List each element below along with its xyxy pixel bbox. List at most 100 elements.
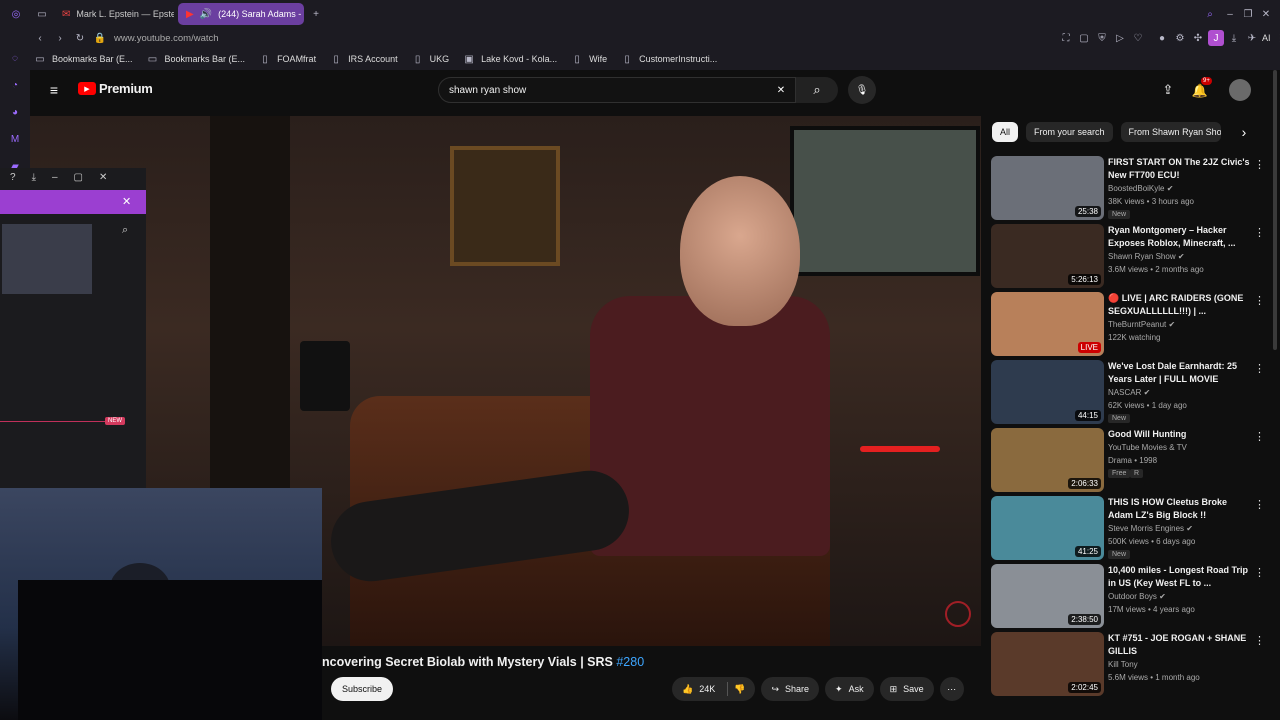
scrollbar[interactable]: [1273, 70, 1277, 350]
new-tab-icon[interactable]: +: [308, 6, 324, 22]
chip-from-search[interactable]: From your search: [1026, 122, 1113, 142]
like-button[interactable]: 👍 24K 👎: [672, 677, 756, 701]
channel-name[interactable]: Steve Morris Engines ✔: [1108, 524, 1193, 533]
bookmark-folder-2[interactable]: ▭ Bookmarks Bar (E...: [145, 51, 245, 67]
minimize-icon[interactable]: –: [52, 172, 58, 183]
video-thumbnail[interactable]: LIVE: [991, 292, 1104, 356]
chip-from-channel[interactable]: From Shawn Ryan Show: [1120, 122, 1221, 142]
channel-name[interactable]: NASCAR ✔: [1108, 388, 1150, 397]
recommendation-card[interactable]: 2:02:45 KT #751 - JOE ROGAN + SHANE GILLI…: [991, 632, 1271, 696]
recommendation-card[interactable]: 2:06:33 Good Will Hunting YouTube Movies &…: [991, 428, 1271, 492]
search-icon[interactable]: ⌕: [122, 224, 128, 237]
thumbs-down-icon[interactable]: 👎: [734, 684, 745, 695]
clear-search-icon[interactable]: ✕: [773, 82, 789, 98]
url-field[interactable]: www.youtube.com/watch: [114, 33, 219, 44]
search-input[interactable]: shawn ryan show ✕: [438, 77, 796, 103]
forward-icon[interactable]: ›: [52, 30, 68, 46]
more-options-icon[interactable]: ⋮: [1254, 634, 1265, 647]
more-actions-button[interactable]: ⋯: [939, 677, 964, 701]
bookmark-irs[interactable]: ▯ IRS Account: [328, 51, 397, 67]
video-thumbnail[interactable]: 5:26:13: [991, 224, 1104, 288]
channel-name[interactable]: Kill Tony: [1108, 660, 1138, 669]
avatar[interactable]: [1229, 79, 1251, 101]
tab-youtube[interactable]: ▶ 🔊 (244) Sarah Adams - C: [178, 3, 304, 25]
overlay-preview[interactable]: [2, 224, 92, 294]
snapshot-icon[interactable]: ⛶: [1058, 30, 1074, 46]
save-button[interactable]: ⊞ Save: [879, 677, 934, 701]
crop-icon[interactable]: ▢: [1076, 30, 1092, 46]
close-icon[interactable]: ✕: [99, 172, 107, 183]
restore-icon[interactable]: ❐: [1240, 6, 1256, 22]
recommendation-card[interactable]: 44:15 We've Lost Dale Earnhardt: 25 Years…: [991, 360, 1271, 424]
aria-icon[interactable]: ✈: [1244, 30, 1260, 46]
opera-logo-icon[interactable]: ◎: [8, 6, 24, 22]
close-icon[interactable]: ✕: [1258, 6, 1274, 22]
search-icon[interactable]: ⌕: [1202, 6, 1218, 22]
video-thumbnail[interactable]: 41:25: [991, 496, 1104, 560]
play-icon[interactable]: ▷: [1112, 30, 1128, 46]
more-options-icon[interactable]: ⋮: [1254, 430, 1265, 443]
reload-icon[interactable]: ↻: [72, 30, 88, 46]
more-options-icon[interactable]: ⋮: [1254, 294, 1265, 307]
recommendation-card[interactable]: 25:38 FIRST START ON The 2JZ Civic's New …: [991, 156, 1271, 220]
menu-icon[interactable]: ⋮: [1273, 30, 1280, 46]
channel-name[interactable]: Outdoor Boys ✔: [1108, 592, 1166, 601]
subscribe-button[interactable]: Subscribe: [331, 677, 393, 701]
close-icon[interactable]: ✕: [122, 195, 131, 208]
whatsapp-icon[interactable]: ◕: [7, 104, 23, 120]
hamburger-menu-icon[interactable]: ≡: [46, 82, 62, 98]
more-options-icon[interactable]: ⋮: [1254, 498, 1265, 511]
share-button[interactable]: ↪ Share: [761, 677, 820, 701]
back-icon[interactable]: ‹: [32, 30, 48, 46]
heart-icon[interactable]: ♡: [1130, 30, 1146, 46]
extensions-icon[interactable]: ⚙: [1172, 30, 1188, 46]
help-icon[interactable]: ?: [10, 172, 16, 183]
messenger-icon[interactable]: ◔: [7, 77, 23, 93]
upload-icon[interactable]: ⇪: [1160, 82, 1176, 98]
title-hashtag[interactable]: #280: [616, 655, 644, 669]
recommendation-title[interactable]: KT #751 - JOE ROGAN + SHANE GILLIS: [1108, 632, 1253, 658]
video-thumbnail[interactable]: 44:15: [991, 360, 1104, 424]
bookmark-lake-kovd[interactable]: ▣ Lake Kovd - Kola...: [461, 51, 557, 67]
more-options-icon[interactable]: ⋮: [1254, 362, 1265, 375]
download-icon[interactable]: ⤓: [1226, 30, 1242, 46]
more-options-icon[interactable]: ⋮: [1254, 158, 1265, 171]
tab-epstein[interactable]: ✉ Mark L. Epstein — Epstein: [54, 3, 174, 25]
voice-search-button[interactable]: 🎙: [848, 76, 876, 104]
mail-icon[interactable]: M: [7, 131, 23, 147]
bookmark-folder-1[interactable]: ▭ Bookmarks Bar (E...: [32, 51, 132, 67]
recommendation-title[interactable]: THIS IS HOW Cleetus Broke Adam LZ's Big …: [1108, 496, 1253, 522]
bookmark-wife[interactable]: ▯ Wife: [569, 51, 607, 67]
chevron-right-icon[interactable]: ›: [1236, 124, 1252, 140]
download-icon[interactable]: ⤓: [32, 172, 36, 183]
channel-name[interactable]: TheBurntPeanut ✔: [1108, 320, 1175, 329]
ai-label[interactable]: AI: [1262, 30, 1271, 46]
puzzle-icon[interactable]: ✣: [1190, 30, 1206, 46]
maximize-icon[interactable]: ▢: [74, 172, 83, 183]
notifications-button[interactable]: 🔔 9+: [1192, 77, 1212, 100]
recommendation-title[interactable]: FIRST START ON The 2JZ Civic's New FT700…: [1108, 156, 1253, 182]
recommendation-card[interactable]: 5:26:13 Ryan Montgomery – Hacker Exposes …: [991, 224, 1271, 288]
recommendation-card[interactable]: LIVE 🔴 LIVE | ARC RAIDERS (GONE SEGXUALLL…: [991, 292, 1271, 356]
recommendation-title[interactable]: 🔴 LIVE | ARC RAIDERS (GONE SEGXUALLLLLL!…: [1108, 292, 1253, 318]
more-options-icon[interactable]: ⋮: [1254, 566, 1265, 579]
channel-name[interactable]: BoostedBoiKyle ✔: [1108, 184, 1173, 193]
minimize-icon[interactable]: –: [1222, 6, 1238, 22]
recommendation-title[interactable]: We've Lost Dale Earnhardt: 25 Years Late…: [1108, 360, 1253, 386]
recommendation-card[interactable]: 2:38:50 10,400 miles - Longest Road Trip …: [991, 564, 1271, 628]
recommendation-title[interactable]: Good Will Hunting: [1108, 428, 1253, 441]
channel-name[interactable]: YouTube Movies & TV: [1108, 443, 1187, 452]
tab-switcher-icon[interactable]: ▭: [34, 6, 50, 22]
bookmark-ukg[interactable]: ▯ UKG: [410, 51, 449, 67]
bookmark-customer[interactable]: ▯ CustomerInstructi...: [619, 51, 717, 67]
chip-all[interactable]: All: [992, 122, 1019, 142]
channel-watermark-icon[interactable]: [945, 601, 971, 627]
aria-sidebar-icon[interactable]: ◌: [7, 50, 23, 66]
video-thumbnail[interactable]: 2:38:50: [991, 564, 1104, 628]
speaker-icon[interactable]: 🔊: [200, 6, 212, 22]
bookmark-foamfrat[interactable]: ▯ FOAMfrat: [257, 51, 316, 67]
recommendation-title[interactable]: Ryan Montgomery – Hacker Exposes Roblox,…: [1108, 224, 1253, 250]
channel-name[interactable]: Shawn Ryan Show ✔: [1108, 252, 1185, 261]
video-thumbnail[interactable]: 2:02:45: [991, 632, 1104, 696]
youtube-logo[interactable]: ▶ Premium: [78, 81, 153, 96]
